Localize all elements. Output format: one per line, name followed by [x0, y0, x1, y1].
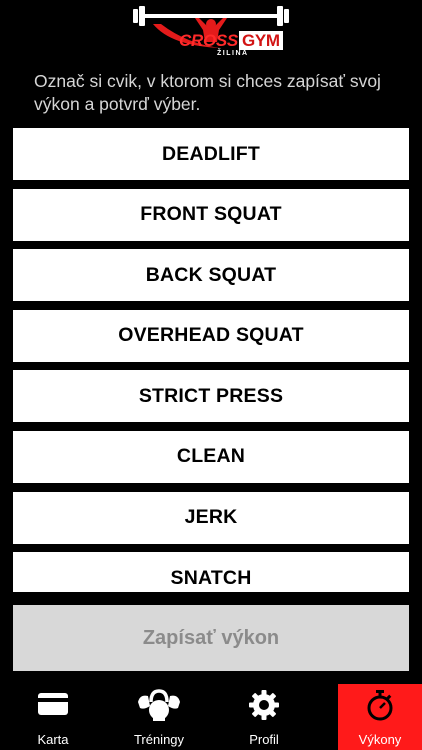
exercise-list[interactable]: DEADLIFT FRONT SQUAT BACK SQUAT OVERHEAD… — [13, 128, 409, 592]
logo-wordmark: CROSS GYM — [179, 30, 283, 50]
logo-word-cross: CROSS — [179, 30, 238, 50]
exercise-strict-press[interactable]: STRICT PRESS — [13, 370, 409, 423]
crossgym-logo: CROSS GYM ŽILINA — [131, 2, 291, 58]
card-icon — [38, 693, 68, 715]
exercise-snatch[interactable]: SNATCH — [13, 552, 409, 592]
kettlebell-icon — [138, 689, 180, 721]
exercise-jerk[interactable]: JERK — [13, 491, 409, 544]
exercise-clean[interactable]: CLEAN — [13, 430, 409, 483]
exercise-overhead-squat[interactable]: OVERHEAD SQUAT — [13, 309, 409, 362]
tab-vykony[interactable]: Výkony — [338, 684, 422, 750]
app-header: CROSS GYM ŽILINA — [0, 0, 422, 62]
tab-treningy-label: Tréningy — [133, 732, 185, 747]
tab-karta[interactable]: Karta — [0, 684, 106, 750]
exercise-back-squat[interactable]: BACK SQUAT — [13, 249, 409, 302]
tab-treningy[interactable]: Tréningy — [106, 684, 212, 750]
tab-profil[interactable]: Profil — [212, 684, 316, 750]
logo-city: ŽILINA — [217, 50, 249, 57]
tab-vykony-label: Výkony — [358, 732, 402, 747]
submit-performance-button[interactable]: Zapísať výkon — [13, 605, 409, 671]
bottom-tab-bar: Karta Tréningy Profil Výkony — [0, 684, 422, 750]
gear-icon — [249, 690, 279, 720]
stopwatch-icon — [367, 690, 393, 721]
instruction-text: Označ si cvik, v ktorom si chces zapísať… — [34, 71, 381, 114]
logo-word-gym: GYM — [238, 30, 283, 50]
exercise-front-squat[interactable]: FRONT SQUAT — [13, 188, 409, 241]
exercise-deadlift[interactable]: DEADLIFT — [13, 128, 409, 180]
tab-profil-label: Profil — [249, 732, 279, 747]
tab-karta-label: Karta — [37, 732, 69, 747]
